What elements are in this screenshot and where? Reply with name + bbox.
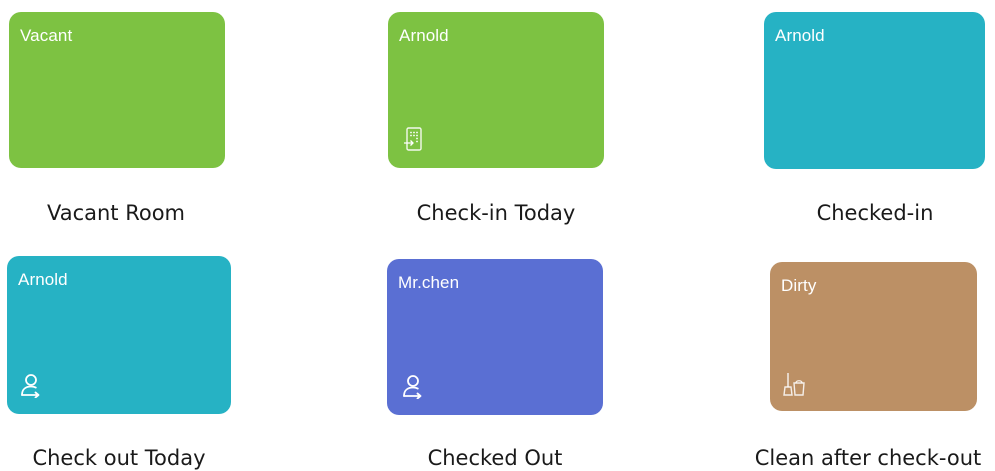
- room-tile-check-out-today[interactable]: Arnold: [7, 256, 231, 414]
- caption-vacant-room: Vacant Room: [46, 201, 186, 225]
- room-tile-dirty[interactable]: Dirty: [770, 262, 977, 411]
- cleaning-icon: [783, 373, 805, 396]
- tile-name: Dirty: [781, 276, 817, 295]
- guest-checkout-icon: [21, 374, 40, 398]
- tile-name: Arnold: [399, 26, 449, 45]
- caption-check-out-today: Check out Today: [32, 446, 206, 470]
- tile-name: Mr.chen: [398, 273, 460, 292]
- caption-clean-after-check-out: Clean after check-out: [754, 446, 982, 470]
- tile-name: Arnold: [18, 270, 68, 289]
- tile-name: Arnold: [775, 26, 825, 45]
- room-tile-checked-out[interactable]: Mr.chen: [387, 259, 603, 415]
- caption-check-in-today: Check-in Today: [416, 201, 576, 225]
- room-tile-check-in-today[interactable]: Arnold: [388, 12, 604, 168]
- room-tile-vacant[interactable]: Vacant: [9, 12, 225, 168]
- room-tile-checked-in[interactable]: Arnold: [764, 12, 985, 169]
- caption-checked-in: Checked-in: [816, 201, 934, 225]
- tile-name: Vacant: [20, 26, 73, 45]
- caption-checked-out: Checked Out: [427, 446, 563, 470]
- guest-checkout-icon: [403, 375, 422, 399]
- keypad-checkin-icon: [404, 127, 422, 151]
